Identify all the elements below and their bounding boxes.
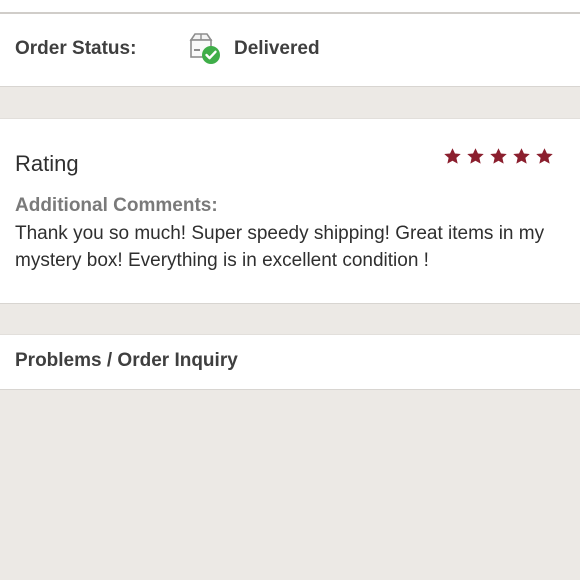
top-card-edge [0, 0, 580, 13]
rating-section: Rating Additional Comments: Thank you so… [0, 118, 580, 304]
star-icon [536, 148, 553, 164]
star-icon [444, 148, 461, 164]
rating-title: Rating [15, 151, 79, 176]
problems-order-inquiry-row[interactable]: Problems / Order Inquiry [0, 334, 580, 390]
star-icon [490, 148, 507, 164]
order-status-label: Order Status: [15, 38, 137, 59]
order-status-section: Order Status: Delivered [0, 13, 580, 87]
additional-comments-text: Thank you so much! Super speedy shipping… [15, 223, 545, 271]
star-rating [443, 147, 554, 166]
star-icon [513, 148, 530, 164]
problems-order-inquiry-label: Problems / Order Inquiry [15, 350, 238, 371]
star-icon [467, 148, 484, 164]
package-delivered-icon [187, 31, 221, 65]
additional-comments-label: Additional Comments: [15, 195, 218, 216]
order-status-value: Delivered [234, 38, 320, 59]
